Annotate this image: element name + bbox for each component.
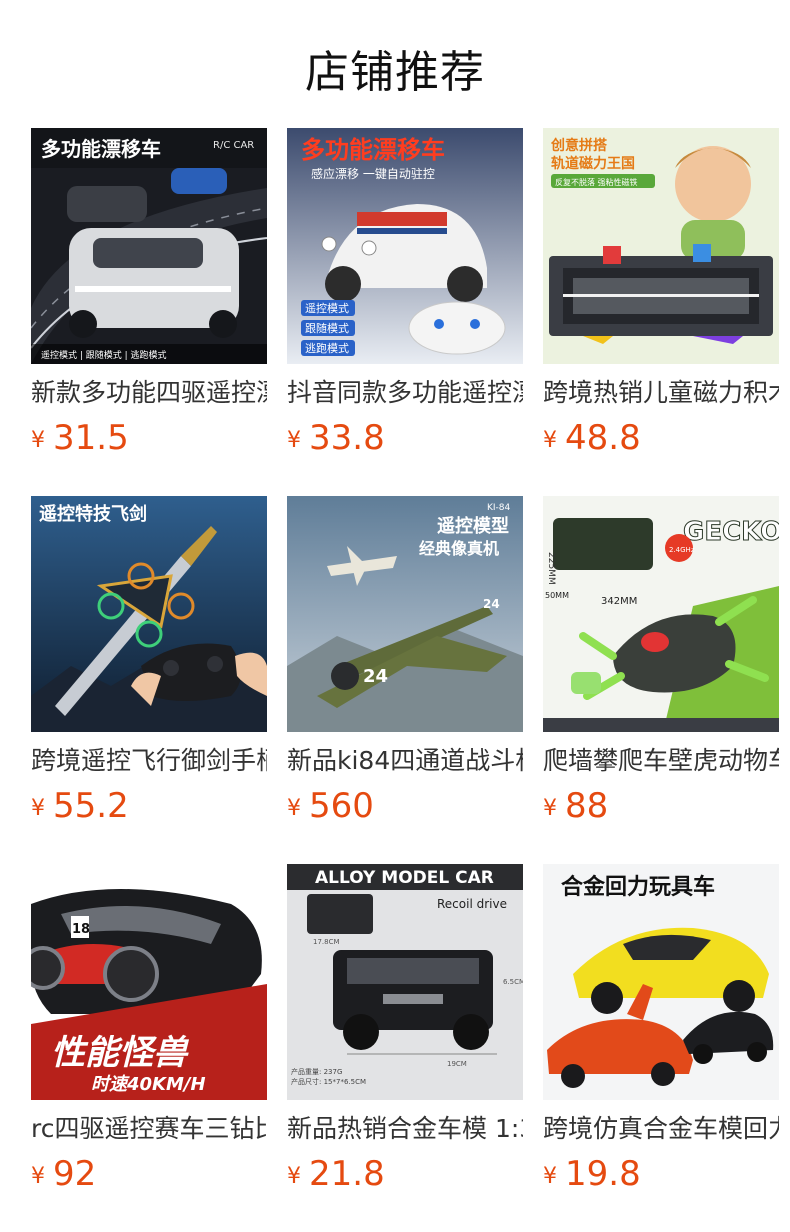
product-card[interactable]: 创意拼搭 轨道磁力王国 反复不脱落 强粘性磁铁 跨境热销儿童磁力积木轨道 ¥48… <box>543 128 779 468</box>
fighter-plane-image[interactable]: KI-84 遥控模型 经典像真机 24 24 <box>287 496 523 732</box>
image-tag: 跟随模式 <box>305 321 349 335</box>
dim-b: 19CM <box>447 1060 467 1068</box>
currency-symbol: ¥ <box>31 796 45 821</box>
image-tag: 遥控模式 <box>305 301 349 315</box>
currency-symbol: ¥ <box>31 1164 45 1189</box>
product-card[interactable]: 多功能漂移车 感应漂移 一键自动驻控 遥控模式 跟随模式 逃跑模式 抖音同款多功… <box>287 128 523 468</box>
plane-number: 24 <box>483 597 500 611</box>
price-amount: 33.8 <box>309 418 385 458</box>
alloy-suv-image[interactable]: ALLOY MODEL CAR Recoil drive 17.8CM 19CM… <box>287 864 523 1100</box>
currency-symbol: ¥ <box>543 1164 557 1189</box>
price-amount: 560 <box>309 786 374 826</box>
product-name[interactable]: 新品热销合金车模 1:32 <box>287 1112 523 1146</box>
race-number: 18 <box>72 922 90 937</box>
currency-symbol: ¥ <box>287 428 301 453</box>
currency-symbol: ¥ <box>543 796 557 821</box>
image-caption: 合金回力玩具车 <box>561 874 715 900</box>
image-subcaption: 感应漂移 一键自动驻控 <box>311 166 435 181</box>
image-badge: 反复不脱落 强粘性磁铁 <box>555 177 638 187</box>
product-name[interactable]: 抖音同款多功能遥控漂移车 <box>287 376 523 410</box>
product-card[interactable]: 多功能漂移车 R/C CAR 遥控模式 | 跟随模式 | 逃跑模式 新款多功能四… <box>31 128 267 468</box>
image-caption: 创意拼搭 <box>550 137 608 154</box>
currency-symbol: ¥ <box>287 796 301 821</box>
price-amount: 88 <box>565 786 609 826</box>
image-subcaption: 经典像真机 <box>419 539 499 558</box>
dim-height: 225MM <box>546 552 556 585</box>
image-caption: 多功能漂移车 <box>301 136 445 164</box>
product-price: ¥88 <box>543 786 779 832</box>
product-card[interactable]: 合金回力玩具车 跨境仿真合金车模回力车 ¥19.8 <box>543 864 779 1204</box>
image-subcaption: Recoil drive <box>437 897 507 911</box>
spec-size: 产品尺寸: 15*7*6.5CM <box>291 1077 366 1086</box>
product-card[interactable]: ALLOY MODEL CAR Recoil drive 17.8CM 19CM… <box>287 864 523 1204</box>
price-amount: 21.8 <box>309 1154 385 1194</box>
product-name[interactable]: 新品ki84四通道战斗机 <box>287 744 523 778</box>
spec-weight: 产品重量: 237G <box>291 1067 342 1076</box>
currency-symbol: ¥ <box>543 428 557 453</box>
drift-car-image[interactable]: 多功能漂移车 R/C CAR 遥控模式 | 跟随模式 | 逃跑模式 <box>31 128 267 364</box>
product-name[interactable]: 爬墙攀爬车壁虎动物车 <box>543 744 779 778</box>
flying-sword-image[interactable]: 遥控特技飞剑 <box>31 496 267 732</box>
product-price: ¥21.8 <box>287 1154 523 1200</box>
page-title: 店铺推荐 <box>305 47 485 98</box>
product-card[interactable]: GECKO 225MM 342MM 50MM 2.4GHz 爬墙攀爬车壁虎动物车… <box>543 496 779 836</box>
image-footer-text: 遥控模式 | 跟随模式 | 逃跑模式 <box>41 349 167 361</box>
product-name[interactable]: 跨境仿真合金车模回力车 <box>543 1112 779 1146</box>
product-card[interactable]: KI-84 遥控模型 经典像真机 24 24 新品ki84四通道战斗机 ¥560 <box>287 496 523 836</box>
image-caption: GECKO <box>683 517 779 547</box>
image-caption: 性能怪兽 <box>51 1033 190 1073</box>
product-card[interactable]: 18 性能怪兽 时速40KM/H rc四驱遥控赛车三钻比赛 ¥92 <box>31 864 267 1204</box>
currency-symbol: ¥ <box>287 1164 301 1189</box>
dim-a: 17.8CM <box>313 938 340 946</box>
product-price: ¥55.2 <box>31 786 267 832</box>
product-name[interactable]: 跨境遥控飞行御剑手柄 <box>31 744 267 778</box>
image-caption: 遥控模型 <box>437 515 509 537</box>
product-card[interactable]: 遥控特技飞剑 跨境遥控飞行御剑手柄 ¥55.2 <box>31 496 267 836</box>
magnetic-track-image[interactable]: 创意拼搭 轨道磁力王国 反复不脱落 强粘性磁铁 <box>543 128 779 364</box>
plane-number: 24 <box>363 666 388 687</box>
image-corner-text: KI-84 <box>487 503 511 513</box>
image-caption: ALLOY MODEL CAR <box>315 868 494 888</box>
dim-c: 6.5CM <box>503 978 523 986</box>
price-amount: 48.8 <box>565 418 641 458</box>
dim-depth: 50MM <box>545 591 569 600</box>
image-caption: 遥控特技飞剑 <box>39 503 147 525</box>
product-name[interactable]: 跨境热销儿童磁力积木轨道 <box>543 376 779 410</box>
product-price: ¥33.8 <box>287 418 523 464</box>
rc-race-car-image[interactable]: 18 性能怪兽 时速40KM/H <box>31 864 267 1100</box>
product-price: ¥92 <box>31 1154 267 1200</box>
price-amount: 92 <box>53 1154 97 1194</box>
image-badge: 2.4GHz <box>669 546 695 554</box>
gecko-car-image[interactable]: GECKO 225MM 342MM 50MM 2.4GHz <box>543 496 779 732</box>
image-corner-text: R/C CAR <box>213 140 254 151</box>
dim-width: 342MM <box>601 596 637 607</box>
price-amount: 19.8 <box>565 1154 641 1194</box>
white-drift-car-image[interactable]: 多功能漂移车 感应漂移 一键自动驻控 遥控模式 跟随模式 逃跑模式 <box>287 128 523 364</box>
price-amount: 31.5 <box>53 418 129 458</box>
image-tag: 逃跑模式 <box>305 341 349 355</box>
product-price: ¥19.8 <box>543 1154 779 1200</box>
currency-symbol: ¥ <box>31 428 45 453</box>
product-name[interactable]: rc四驱遥控赛车三钻比赛 <box>31 1112 267 1146</box>
image-subcaption: 轨道磁力王国 <box>551 155 635 172</box>
product-price: ¥31.5 <box>31 418 267 464</box>
image-caption: 多功能漂移车 <box>41 137 161 161</box>
image-subcaption: 时速40KM/H <box>91 1074 206 1095</box>
product-price: ¥560 <box>287 786 523 832</box>
price-amount: 55.2 <box>53 786 129 826</box>
product-price: ¥48.8 <box>543 418 779 464</box>
pullback-sports-car-image[interactable]: 合金回力玩具车 <box>543 864 779 1100</box>
product-name[interactable]: 新款多功能四驱遥控漂移车 <box>31 376 267 410</box>
